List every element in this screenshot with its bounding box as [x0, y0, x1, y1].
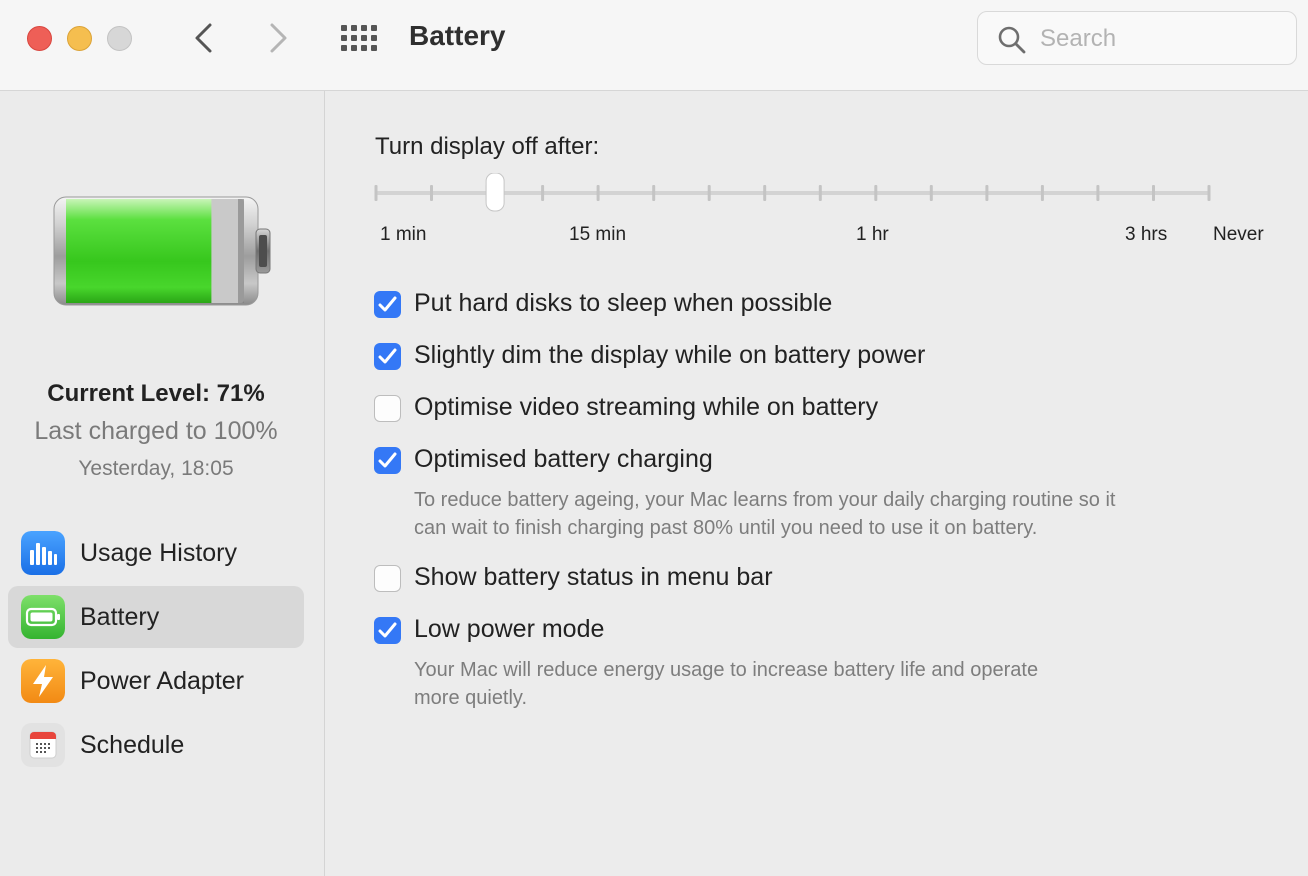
checkbox[interactable]: [374, 343, 401, 370]
slider-tick: [707, 185, 711, 201]
checkmark-icon: [378, 296, 397, 312]
sidebar-item-label: Battery: [80, 603, 160, 631]
slider-tick: [430, 185, 433, 201]
description-line: more quietly.: [414, 687, 528, 709]
charged-time: Yesterday, 18:05: [78, 457, 234, 480]
current-level: Current Level: 71%: [47, 380, 265, 407]
optimised-charging-description: To reduce battery ageing, your Mac learn…: [414, 486, 1115, 542]
last-charged: Last charged to 100%: [34, 417, 278, 445]
option-label: Low power mode: [414, 615, 605, 643]
slider-tick: [374, 185, 378, 201]
slider-tick: [1040, 185, 1044, 201]
description-line: Your Mac will reduce energy usage to inc…: [414, 659, 1039, 681]
tick-label-15-min: 15 min: [569, 224, 627, 245]
back-button[interactable]: [184, 20, 224, 56]
checkbox[interactable]: [374, 395, 401, 422]
title-bar: Battery: [0, 0, 1308, 91]
main-pane: Turn display off after: 1 min 15 min 1 h…: [325, 91, 1308, 876]
checkbox[interactable]: [374, 447, 401, 474]
slider-tick: [1207, 185, 1211, 201]
search-field[interactable]: [977, 11, 1297, 65]
show-all-button[interactable]: [340, 24, 380, 52]
slider-tick: [1096, 185, 1100, 201]
slider-knob[interactable]: [485, 173, 505, 212]
sidebar-item-schedule[interactable]: Schedule: [8, 714, 304, 776]
tick-label-never: Never: [1213, 224, 1264, 245]
option-label: Optimise video streaming while on batter…: [414, 393, 879, 421]
option-label: Show battery status in menu bar: [414, 563, 773, 591]
slider-tick: [652, 185, 656, 201]
search-icon: [998, 26, 1026, 54]
minimize-button[interactable]: [67, 26, 92, 51]
sidebar-item-power-adapter[interactable]: Power Adapter: [8, 650, 304, 712]
sidebar: Current Level: 71% Last charged to 100% …: [0, 91, 325, 876]
schedule-icon: [21, 723, 65, 767]
checkmark-icon: [378, 622, 397, 638]
chevron-right-icon: [270, 23, 287, 53]
checkbox[interactable]: [374, 617, 401, 644]
chevron-left-icon: [195, 23, 212, 53]
checkbox[interactable]: [374, 291, 401, 318]
option-label: Slightly dim the display while on batter…: [414, 341, 926, 369]
close-button[interactable]: [27, 26, 52, 51]
power-adapter-icon: [21, 659, 65, 703]
checkbox[interactable]: [374, 565, 401, 592]
option-label: Put hard disks to sleep when possible: [414, 289, 833, 317]
tick-label-3-hrs: 3 hrs: [1125, 224, 1168, 245]
display-off-slider[interactable]: [373, 173, 1213, 213]
sidebar-item-usage-history[interactable]: Usage History: [8, 522, 304, 584]
sidebar-item-battery[interactable]: Battery: [8, 586, 304, 648]
sidebar-item-label: Power Adapter: [80, 667, 244, 695]
battery-icon: [21, 595, 65, 639]
sidebar-item-label: Usage History: [80, 539, 237, 567]
option-label: Optimised battery charging: [414, 445, 713, 473]
slider-tick: [596, 185, 600, 201]
search-input[interactable]: [1038, 22, 1282, 56]
slider-tick: [1152, 185, 1155, 201]
slider-tick: [929, 185, 933, 201]
description-line: can wait to finish charging past 80% unt…: [414, 517, 1038, 539]
battery-level-graphic: [53, 196, 271, 306]
display-off-label: Turn display off after:: [375, 133, 600, 160]
slider-tick: [763, 185, 767, 201]
checkmark-icon: [378, 348, 397, 364]
slider-tick: [541, 185, 545, 201]
low-power-mode-description: Your Mac will reduce energy usage to inc…: [414, 656, 1038, 712]
sidebar-item-label: Schedule: [80, 731, 185, 759]
checkmark-icon: [378, 452, 397, 468]
tick-label-1-hr: 1 hr: [856, 224, 889, 245]
zoom-button[interactable]: [107, 26, 132, 51]
description-line: To reduce battery ageing, your Mac learn…: [414, 489, 1116, 511]
slider-tick: [985, 185, 989, 201]
grid-icon: [341, 25, 377, 51]
forward-button[interactable]: [258, 20, 298, 56]
slider-tick: [818, 185, 822, 201]
usage-history-icon: [21, 531, 65, 575]
slider-tick: [874, 185, 878, 201]
tick-label-1-min: 1 min: [380, 224, 427, 245]
window-title: Battery: [409, 20, 506, 51]
